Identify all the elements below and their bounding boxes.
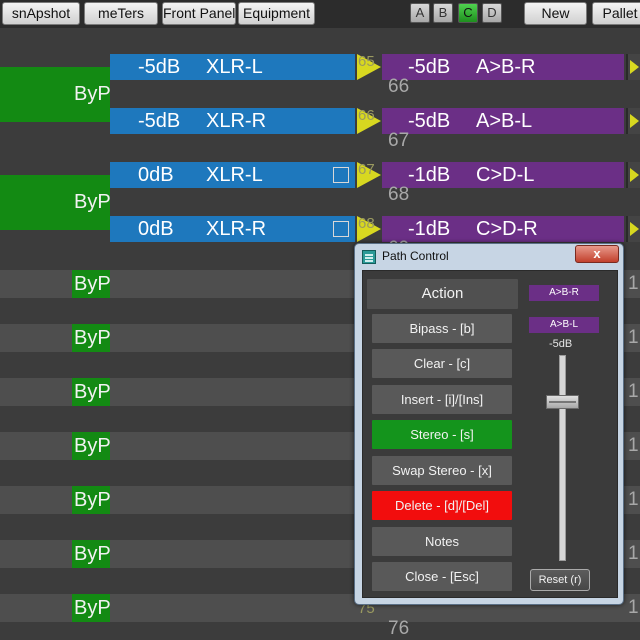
app-icon (362, 250, 376, 264)
output-bar-route-1[interactable]: -5dB A>B-R (382, 54, 624, 80)
input-channel: XLR-L (206, 164, 263, 186)
input-level: 0dB (138, 218, 174, 240)
selector-b-button[interactable]: B (433, 3, 453, 23)
output-level: -1dB (408, 218, 451, 240)
fader-value: -5dB (549, 338, 573, 350)
output-level: -5dB (408, 56, 451, 78)
input-level: -5dB (138, 56, 181, 78)
output-level: -1dB (408, 164, 451, 186)
path-control-dialog: Path Control x Action Bipass - [b] Clear… (354, 243, 624, 605)
output-arrow-icon[interactable] (626, 108, 640, 134)
input-channel: XLR-R (206, 218, 267, 240)
clear-button[interactable]: Clear - [c] (372, 349, 512, 378)
input-bar-route-1[interactable]: -5dB XLR-L (110, 54, 355, 80)
route-number: 68 (388, 184, 410, 205)
output-arrow-icon[interactable] (626, 162, 640, 188)
top-toolbar: snApshot meTers Front Panel Equipment A … (0, 0, 640, 28)
row-number: 1 (628, 435, 639, 456)
input-bar-route-3[interactable]: 0dB XLR-L (110, 162, 355, 188)
fader-track[interactable] (559, 355, 566, 561)
input-channel: XLR-R (206, 110, 267, 132)
insert-button[interactable]: Insert - [i]/[Ins] (372, 385, 512, 414)
equipment-button[interactable]: Equipment (238, 2, 315, 25)
dialog-title: Path Control (382, 249, 449, 263)
pallet-button[interactable]: Pallet (592, 2, 640, 25)
output-route: C>D-L (476, 164, 535, 186)
notes-button[interactable]: Notes (372, 527, 512, 556)
row-number: 1 (628, 597, 639, 618)
bypass-label[interactable]: ByP (72, 486, 110, 514)
route-number: 67 (388, 130, 410, 151)
bypass-label-route-1[interactable]: ByP (72, 67, 110, 122)
bypass-label[interactable]: ByP (72, 540, 110, 568)
route-tag: A>B-R (529, 285, 599, 301)
output-arrow-icon[interactable] (626, 54, 640, 80)
bypass-button[interactable]: Bipass - [b] (372, 314, 512, 343)
arrow-number: 65 (358, 53, 375, 70)
output-level: -5dB (408, 110, 451, 132)
row-number: 1 (628, 543, 639, 564)
dialog-titlebar[interactable]: Path Control x (355, 244, 623, 270)
bypass-label[interactable]: ByP (72, 378, 110, 406)
bypass-label[interactable]: ByP (72, 432, 110, 460)
reset-button[interactable]: Reset (r) (530, 569, 590, 591)
bypass-block-group-2 (0, 175, 72, 230)
input-level: -5dB (138, 110, 181, 132)
route-number: 76 (388, 618, 410, 639)
row-number: 1 (628, 381, 639, 402)
input-bar-route-2[interactable]: -5dB XLR-R (110, 108, 355, 134)
action-header: Action (367, 279, 518, 309)
output-bar-route-4[interactable]: -1dB C>D-R (382, 216, 624, 242)
app-window: snApshot meTers Front Panel Equipment A … (0, 0, 640, 640)
fader-handle[interactable] (546, 395, 579, 410)
arrow-number: 68 (358, 215, 375, 232)
output-route: A>B-L (476, 110, 533, 132)
row-number: 1 (628, 489, 639, 510)
output-bar-route-3[interactable]: -1dB C>D-L (382, 162, 624, 188)
route-number: 66 (388, 76, 410, 97)
meters-button[interactable]: meTers (84, 2, 158, 25)
output-arrow-icon[interactable] (626, 216, 640, 242)
output-route: A>B-R (476, 56, 536, 78)
front-panel-button[interactable]: Front Panel (162, 2, 236, 25)
bypass-label-route-3[interactable]: ByP (72, 175, 110, 230)
bypass-label[interactable]: ByP (72, 270, 110, 298)
close-button[interactable]: Close - [Esc] (372, 562, 512, 591)
selector-d-button[interactable]: D (482, 3, 502, 23)
bypass-block-group-1 (0, 67, 72, 122)
route-checkbox[interactable] (333, 167, 349, 183)
arrow-number: 66 (358, 107, 375, 124)
route-checkbox[interactable] (333, 221, 349, 237)
output-route: C>D-R (476, 218, 538, 240)
row-number: 1 (628, 327, 639, 348)
swap-stereo-button[interactable]: Swap Stereo - [x] (372, 456, 512, 485)
route-tag: A>B-L (529, 317, 599, 333)
snapshot-button[interactable]: snApshot (2, 2, 80, 25)
selector-c-button[interactable]: C (458, 3, 478, 23)
bypass-label[interactable]: ByP (72, 594, 110, 622)
input-bar-route-4[interactable]: 0dB XLR-R (110, 216, 355, 242)
stereo-button[interactable]: Stereo - [s] (372, 420, 512, 449)
row-number: 1 (628, 273, 639, 294)
input-level: 0dB (138, 164, 174, 186)
bypass-label[interactable]: ByP (72, 324, 110, 352)
dialog-body: Action Bipass - [b] Clear - [c] Insert -… (362, 270, 618, 598)
arrow-number: 67 (358, 161, 375, 178)
input-channel: XLR-L (206, 56, 263, 78)
new-button[interactable]: New (524, 2, 587, 25)
delete-button[interactable]: Delete - [d]/[Del] (372, 491, 512, 520)
output-bar-route-2[interactable]: -5dB A>B-L (382, 108, 624, 134)
dialog-close-button[interactable]: x (575, 245, 619, 263)
selector-a-button[interactable]: A (410, 3, 430, 23)
